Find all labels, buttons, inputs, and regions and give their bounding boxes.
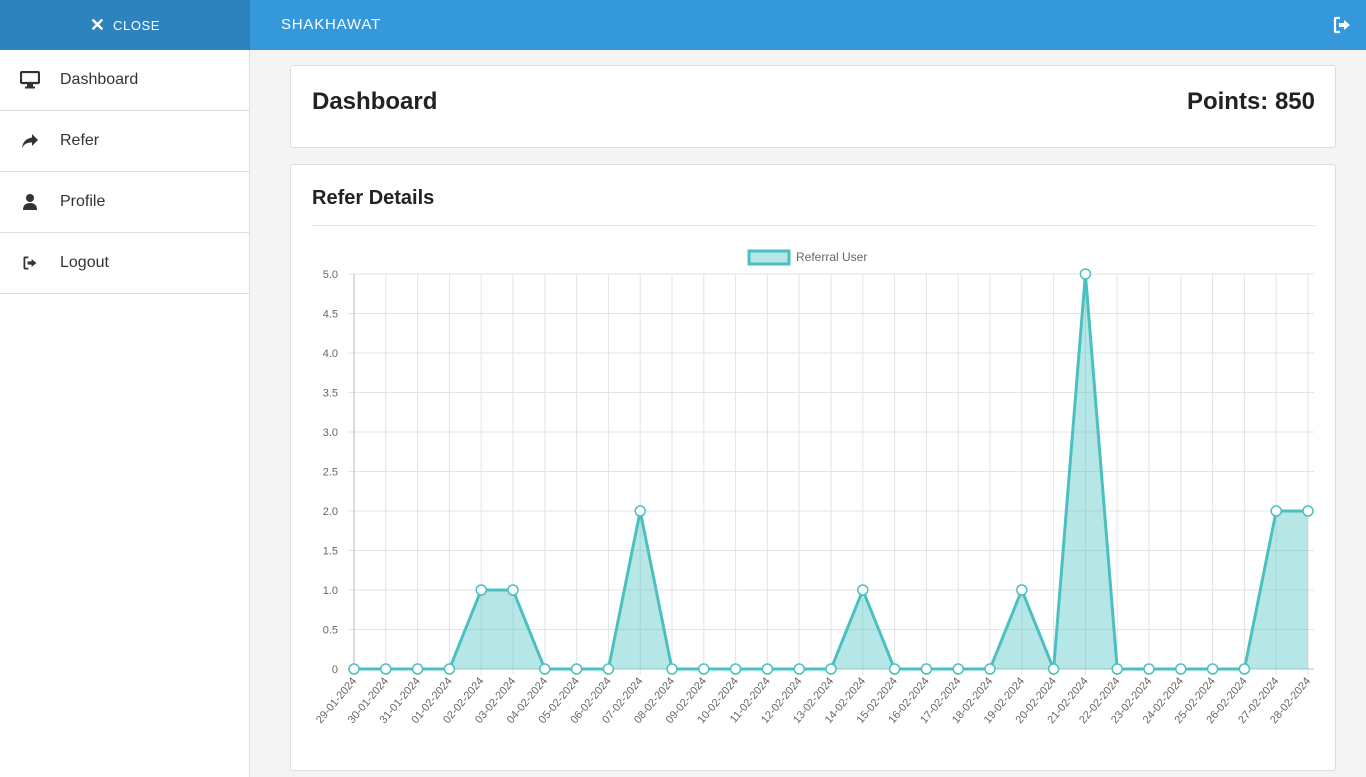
close-sidebar-button[interactable]: ✕ CLOSE [0, 0, 250, 50]
top-bar: ✕ CLOSE SHAKHAWAT [0, 0, 1366, 50]
sidebar-item-label: Refer [60, 132, 100, 149]
sidebar-item-dashboard[interactable]: Dashboard [0, 50, 249, 111]
sign-out-icon[interactable] [1332, 15, 1352, 35]
share-icon [20, 131, 40, 151]
page-title: Dashboard [312, 88, 438, 115]
sidebar-item-label: Profile [60, 193, 106, 210]
sidebar-item-label: Logout [60, 254, 109, 271]
sidebar-item-logout[interactable]: Logout [0, 233, 249, 294]
refer-details-title: Refer Details [312, 187, 435, 209]
points-display: Points: 850 [1186, 88, 1315, 115]
close-icon: ✕ [89, 15, 105, 35]
brand-title: SHAKHAWAT [281, 16, 381, 33]
sign-out-icon [20, 253, 40, 273]
divider [312, 225, 1315, 226]
sidebar-item-label: Dashboard [60, 71, 139, 88]
dashboard-card: Dashboard Points: 850 [290, 65, 1336, 148]
sidebar: Dashboard Refer Profile Logout [0, 50, 250, 777]
sidebar-item-profile[interactable]: Profile [0, 172, 249, 233]
monitor-icon [20, 70, 40, 90]
sidebar-item-refer[interactable]: Refer [0, 111, 249, 172]
refer-details-card: Refer Details [290, 164, 1336, 771]
close-label: CLOSE [113, 17, 161, 33]
user-icon [20, 192, 40, 212]
